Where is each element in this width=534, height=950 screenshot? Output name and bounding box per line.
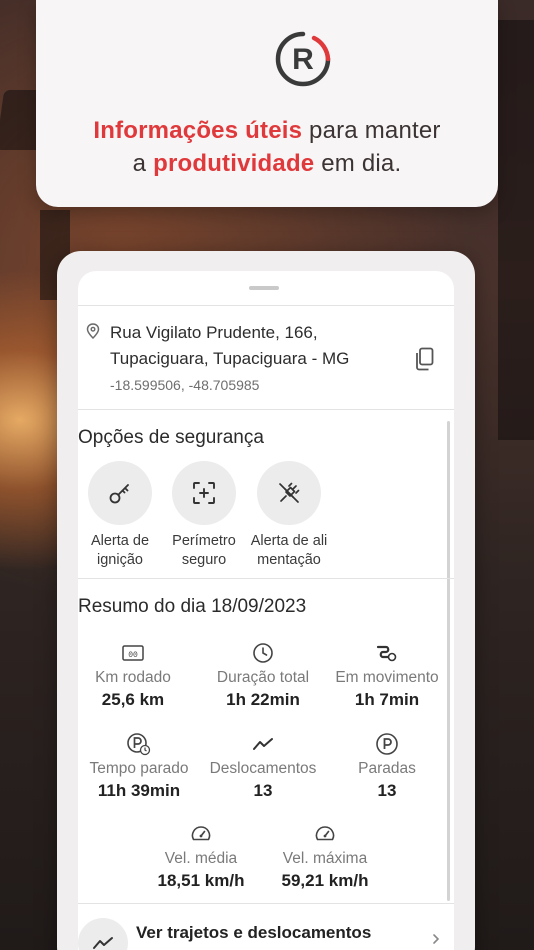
copy-icon[interactable] <box>414 347 436 371</box>
odometer-icon: 00 <box>122 645 144 661</box>
promo-header-card: R Informações úteis para manter a produt… <box>36 0 498 207</box>
divider <box>78 578 454 579</box>
key-icon <box>109 484 129 504</box>
stat-value: 11h 39min <box>97 781 181 800</box>
stat-label: Km rodado <box>95 669 171 686</box>
drag-handle[interactable] <box>249 286 279 290</box>
safe-perimeter-button[interactable] <box>172 461 236 525</box>
ignition-alert-option[interactable]: Alerta de ignição <box>78 461 162 570</box>
trend-line-icon <box>93 937 113 949</box>
stat-label: Deslocamentos <box>209 760 317 777</box>
stat-label: Tempo parado <box>89 760 189 777</box>
speedometer-icon <box>191 826 211 841</box>
stat-label: Vel. máxima <box>282 850 368 867</box>
option-label: Perímetro <box>172 533 236 549</box>
stat-stopped-time: Tempo parado 11h 39min <box>78 732 204 801</box>
chevron-right-icon <box>433 934 440 944</box>
stat-label: Duração total <box>216 669 310 686</box>
divider <box>78 409 454 410</box>
trend-line-icon <box>253 738 273 750</box>
address-block: Rua Vigilato Prudente, 166, Tupaciguara,… <box>78 307 454 410</box>
route-moving-icon <box>376 645 397 662</box>
bottom-sheet: Rua Vigilato Prudente, 166, Tupaciguara,… <box>78 271 454 950</box>
summary-title: Resumo do dia 18/09/2023 <box>78 596 307 617</box>
brand-logo-letter: R <box>292 43 314 76</box>
ignition-alert-button[interactable] <box>88 461 152 525</box>
stat-label: Em movimento <box>335 669 439 686</box>
tagline-highlight-2: produtividade <box>153 150 315 177</box>
safe-perimeter-option[interactable]: Perímetro seguro <box>162 461 246 570</box>
power-plug-off-icon <box>279 482 300 503</box>
stat-max-speed: Vel. máxima 59,21 km/h <box>260 822 390 891</box>
trips-icon-button[interactable] <box>78 918 128 950</box>
stat-value: 59,21 km/h <box>281 871 369 890</box>
stat-value: 1h 22min <box>226 690 300 709</box>
option-label: seguro <box>181 552 227 568</box>
option-label: Alerta de <box>90 533 150 549</box>
tagline-text-2: a <box>132 150 154 177</box>
stat-value: 25,6 km <box>101 690 165 709</box>
parking-timer-icon <box>127 733 151 756</box>
stat-value: 1h 7min <box>354 690 420 709</box>
security-title: Opções de segurança <box>78 427 264 448</box>
brand-logo: R <box>275 31 331 87</box>
tagline-text-3: em dia. <box>314 150 402 177</box>
stat-trips: Deslocamentos 13 <box>198 732 328 801</box>
option-label: ignição <box>97 552 143 568</box>
stat-value: 13 <box>253 781 273 800</box>
tagline-highlight-1: Informações úteis <box>93 117 303 144</box>
background-silhouette <box>498 20 534 440</box>
divider <box>78 903 454 904</box>
stat-stops: Paradas 13 <box>322 732 452 801</box>
stat-km-driven: 00 Km rodado 25,6 km <box>78 641 198 710</box>
stat-label: Vel. média <box>164 850 238 867</box>
view-trips-row[interactable]: Ver trajetos e deslocamentos <box>78 907 454 950</box>
perimeter-icon <box>193 482 215 504</box>
divider <box>78 305 454 306</box>
address-line-2: Tupaciguara, Tupaciguara - MG <box>110 349 350 368</box>
view-trips-link[interactable]: Ver trajetos e deslocamentos <box>136 923 371 943</box>
tagline-text-1: para manter <box>302 117 441 144</box>
map-pin-icon <box>86 323 100 339</box>
power-alert-button[interactable] <box>257 461 321 525</box>
power-alert-option[interactable]: Alerta de ali mentação <box>247 461 331 570</box>
address-line-1: Rua Vigilato Prudente, 166, <box>110 323 318 342</box>
option-label: Alerta de ali <box>250 533 328 549</box>
speedometer-icon <box>315 826 335 841</box>
stat-value: 13 <box>377 781 397 800</box>
coordinates: -18.599506, -48.705985 <box>110 377 260 393</box>
stat-value: 18,51 km/h <box>157 871 245 890</box>
stat-avg-speed: Vel. média 18,51 km/h <box>136 822 266 891</box>
option-label: mentação <box>257 552 321 568</box>
tagline: Informações úteis para manter a produtiv… <box>36 114 498 180</box>
clock-icon <box>253 643 273 663</box>
parking-icon <box>376 733 398 755</box>
stat-label: Paradas <box>358 760 416 777</box>
svg-text:00: 00 <box>128 651 138 660</box>
stat-total-duration: Duração total 1h 22min <box>198 641 328 710</box>
stat-moving-time: Em movimento 1h 7min <box>322 641 452 710</box>
